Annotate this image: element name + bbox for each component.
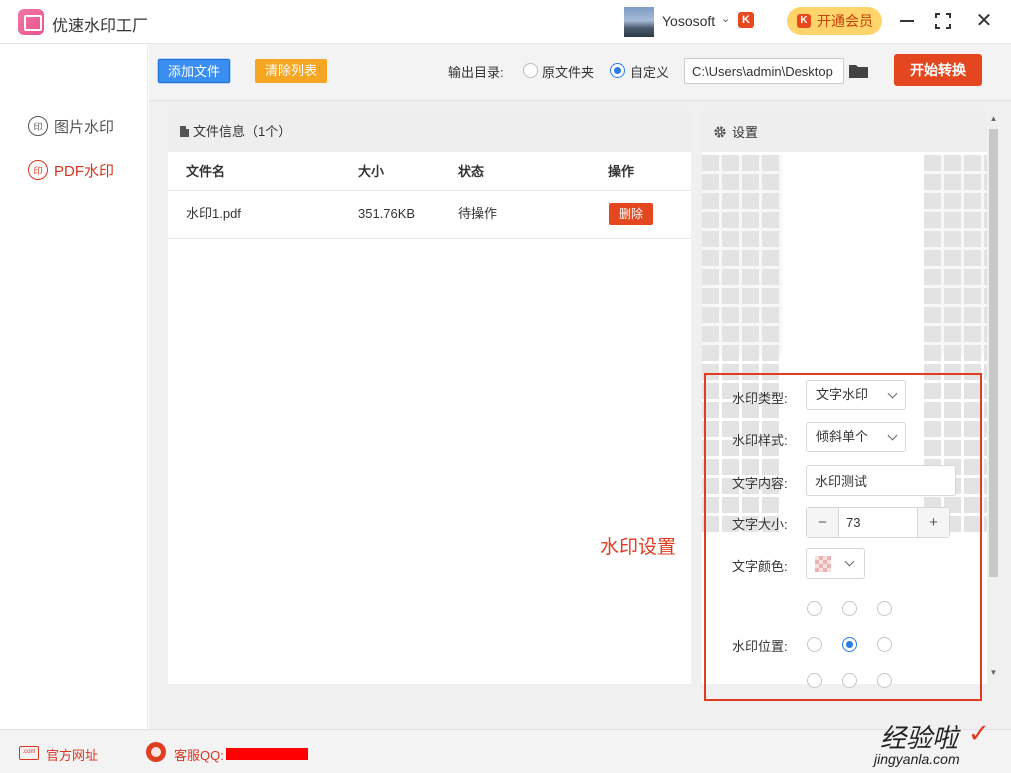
column-header-size: 大小	[358, 164, 385, 179]
radio-original-folder[interactable]	[523, 63, 538, 78]
file-panel-title: 文件信息（1个）	[193, 124, 292, 139]
app-logo-icon	[18, 9, 44, 35]
user-avatar[interactable]	[624, 7, 654, 37]
redacted-qq	[226, 748, 308, 760]
settings-title: 设置	[732, 125, 759, 140]
column-header-name: 文件名	[186, 164, 226, 179]
footer: .com 官方网址 客服QQ:	[0, 729, 1011, 773]
sidebar-item-image-watermark[interactable]: 印 图片水印	[28, 114, 114, 138]
customer-service-icon	[146, 742, 166, 762]
start-convert-button[interactable]: 开始转换	[894, 54, 982, 86]
user-name[interactable]: Yososoft	[662, 13, 715, 29]
radio-custom-label[interactable]: 自定义	[630, 62, 669, 81]
add-file-button[interactable]: 添加文件	[158, 59, 230, 83]
watermark-preview	[702, 155, 988, 532]
website-link[interactable]: 官方网址	[46, 745, 98, 764]
minimize-button[interactable]	[894, 8, 920, 34]
maximize-button[interactable]	[930, 8, 956, 34]
preview-page	[782, 155, 924, 355]
sidebar-item-label: 图片水印	[54, 118, 115, 136]
radio-original-label[interactable]: 原文件夹	[542, 62, 594, 81]
file-panel-header: 文件信息（1个）	[168, 111, 691, 152]
scroll-up-icon[interactable]: ▲	[989, 114, 998, 123]
check-icon: ✓	[968, 718, 990, 748]
document-icon	[180, 126, 189, 137]
vip-icon: K	[797, 14, 811, 28]
close-button[interactable]: ✕	[971, 8, 997, 34]
folder-icon[interactable]	[849, 64, 868, 78]
watermark-en: jingyanla.com	[874, 751, 960, 767]
app-title: 优速水印工厂	[52, 18, 149, 35]
sidebar-item-label: PDF水印	[54, 162, 115, 180]
gear-icon	[714, 125, 726, 138]
radio-custom-folder[interactable]	[610, 63, 625, 78]
watermark-logo: 经验啦 ✓ jingyanla.com	[872, 718, 1002, 773]
table-row[interactable]: 水印1.pdf 351.76KB 待操作 删除	[168, 191, 691, 239]
scroll-thumb[interactable]	[989, 129, 998, 577]
sidebar: 印 图片水印 印 PDF水印	[0, 44, 148, 729]
scroll-down-icon[interactable]: ▼	[989, 668, 998, 677]
sidebar-item-pdf-watermark[interactable]: 印 PDF水印	[28, 158, 114, 182]
output-dir-label: 输出目录:	[448, 65, 504, 80]
title-bar: 优速水印工厂 Yososoft ⌄ K K 开通会员 ✕	[0, 0, 1011, 44]
chevron-down-icon[interactable]: ⌄	[721, 12, 730, 25]
file-panel: 文件信息（1个） 文件名 大小 状态 操作 水印1.pdf 351.76KB 待…	[168, 111, 691, 684]
output-path-input[interactable]	[684, 58, 844, 84]
stamp-icon: 印	[28, 160, 48, 180]
toolbar: 添加文件 清除列表 输出目录: 原文件夹 自定义 开始转换	[149, 44, 1011, 101]
settings-scrollbar[interactable]: ▲ ▼	[987, 111, 1000, 684]
settings-header: 设置	[702, 111, 988, 152]
table-header: 文件名 大小 状态 操作	[168, 152, 691, 191]
delete-button[interactable]: 删除	[609, 203, 653, 225]
watermark-cn: 经验啦	[880, 724, 959, 754]
file-name: 水印1.pdf	[186, 206, 241, 221]
vip-button[interactable]: K 开通会员	[787, 7, 882, 35]
annotation-label: 水印设置	[600, 537, 677, 558]
column-header-action: 操作	[608, 164, 635, 179]
stamp-icon: 印	[28, 116, 48, 136]
customer-service-label[interactable]: 客服QQ:	[174, 745, 224, 764]
vip-badge-icon: K	[738, 12, 754, 28]
column-header-status: 状态	[458, 164, 485, 179]
website-icon: .com	[19, 746, 39, 760]
clear-list-button[interactable]: 清除列表	[255, 59, 327, 83]
vip-button-label: 开通会员	[817, 13, 873, 29]
file-status: 待操作	[458, 206, 498, 221]
annotation-highlight-box	[704, 373, 982, 701]
file-size: 351.76KB	[358, 206, 416, 221]
